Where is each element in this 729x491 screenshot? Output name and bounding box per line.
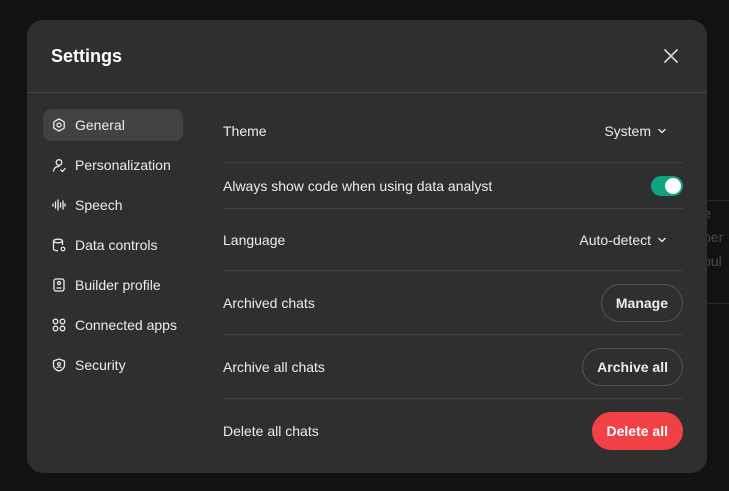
- dialog-header: Settings: [27, 20, 707, 93]
- sidebar-item-data-controls[interactable]: Data controls: [43, 229, 183, 261]
- delete-all-label: Delete all chats: [223, 422, 319, 439]
- theme-value: System: [604, 123, 651, 139]
- badge-icon: [52, 278, 66, 292]
- language-value: Auto-detect: [579, 231, 651, 248]
- close-button[interactable]: [659, 44, 683, 68]
- archived-chats-row: Archived chats Manage: [223, 271, 683, 335]
- archive-all-label: Archive all chats: [223, 358, 325, 375]
- sidebar-item-connected-apps[interactable]: Connected apps: [43, 309, 183, 341]
- waveform-icon: [52, 198, 66, 212]
- sidebar-item-label: General: [75, 117, 125, 133]
- sidebar-item-speech[interactable]: Speech: [43, 189, 183, 221]
- theme-select[interactable]: System: [604, 123, 683, 139]
- archived-chats-label: Archived chats: [223, 294, 315, 311]
- delete-all-button[interactable]: Delete all: [591, 411, 683, 450]
- dialog-title: Settings: [51, 46, 123, 66]
- grid-icon: [52, 318, 66, 332]
- show-code-toggle[interactable]: [651, 175, 683, 196]
- toggle-knob: [665, 177, 681, 194]
- person-icon: [52, 158, 66, 172]
- gear-icon: [52, 118, 66, 132]
- language-row: Language Auto-detect: [223, 209, 683, 271]
- archive-all-row: Archive all chats Archive all: [223, 335, 683, 399]
- delete-all-row: Delete all chats Delete all: [223, 399, 683, 462]
- chevron-down-icon: [658, 128, 666, 134]
- sidebar-item-label: Speech: [75, 197, 123, 213]
- sidebar-item-builder-profile[interactable]: Builder profile: [43, 269, 183, 301]
- language-label: Language: [223, 231, 286, 248]
- sidebar-item-personalization[interactable]: Personalization: [43, 149, 183, 181]
- sidebar-item-label: Connected apps: [75, 317, 177, 333]
- settings-dialog: Settings General Personalization Speech: [27, 20, 707, 473]
- sidebar-item-general[interactable]: General: [43, 109, 183, 141]
- theme-row: Theme System: [223, 100, 683, 163]
- settings-sidebar: General Personalization Speech Data cont…: [43, 109, 183, 389]
- language-select[interactable]: Auto-detect: [579, 232, 683, 248]
- archive-all-button[interactable]: Archive all: [582, 347, 683, 386]
- sidebar-item-label: Builder profile: [75, 277, 161, 293]
- general-settings-panel: Theme System Always show code when using…: [223, 100, 683, 462]
- manage-archived-button[interactable]: Manage: [600, 283, 683, 322]
- theme-label: Theme: [223, 123, 267, 139]
- close-icon: [664, 49, 678, 63]
- sidebar-item-label: Data controls: [75, 237, 158, 253]
- show-code-row: Always show code when using data analyst: [223, 163, 683, 209]
- sidebar-item-label: Security: [75, 357, 126, 373]
- sidebar-item-security[interactable]: Security: [43, 349, 183, 381]
- show-code-label: Always show code when using data analyst: [223, 177, 493, 194]
- shield-icon: [52, 358, 66, 372]
- chevron-down-icon: [658, 237, 666, 242]
- database-icon: [52, 238, 66, 252]
- sidebar-item-label: Personalization: [75, 157, 171, 173]
